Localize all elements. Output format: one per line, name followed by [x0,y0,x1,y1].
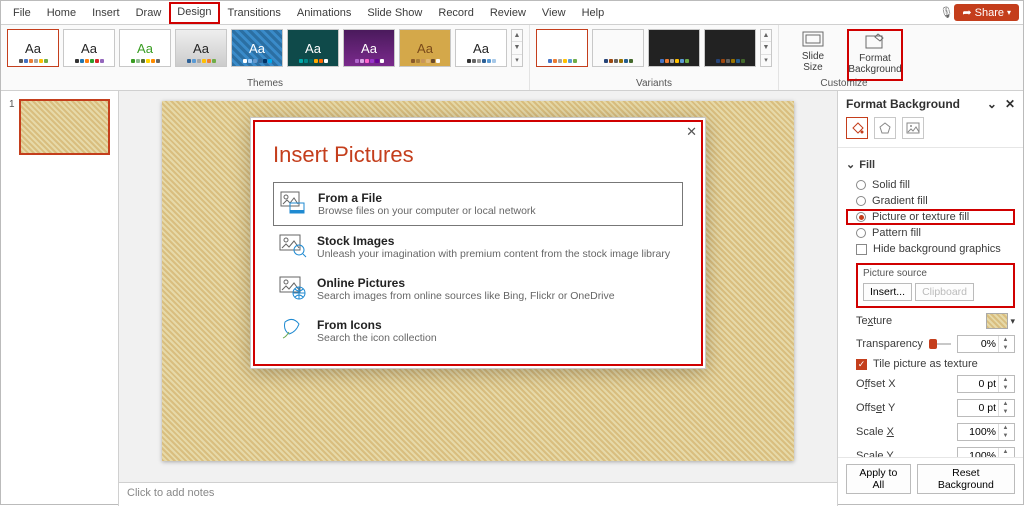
tab-insert[interactable]: Insert [84,3,128,23]
theme-3[interactable]: Aa [119,29,171,67]
online-pictures-icon [279,276,307,300]
option-online-pictures[interactable]: Online PicturesSearch images from online… [273,268,683,310]
tab-record[interactable]: Record [430,3,481,23]
ribbon-tabs: File Home Insert Draw Design Transitions… [1,1,1023,25]
row-texture: Texture ▾ [846,310,1015,332]
scale-x-input[interactable]: ▲▼ [957,423,1015,441]
variant-1[interactable] [536,29,588,67]
radio-picture-texture-fill[interactable]: Picture or texture fill [846,209,1015,225]
radio-solid-fill[interactable]: Solid fill [846,177,1015,193]
paint-bucket-icon [850,121,864,135]
slide-canvas[interactable]: ✕ Insert Pictures From a FileBrowse file… [162,101,794,461]
close-pane-icon[interactable]: ✕ [1005,97,1015,111]
stock-images-icon [279,234,307,258]
fb-fill-section[interactable]: ⌄Fill [846,158,1015,171]
dialog-title: Insert Pictures [273,142,683,168]
radio-pattern-fill[interactable]: Pattern fill [846,225,1015,241]
pentagon-icon [878,121,892,135]
format-background-pane: Format Background ⌄ ✕ ⌄Fill Solid fill G… [837,91,1023,506]
close-icon[interactable]: ✕ [686,124,697,140]
notes-placeholder[interactable]: Click to add notes [119,482,837,506]
themes-scroll[interactable]: ▲▼▾ [511,29,523,67]
check-hide-bg-graphics[interactable]: Hide background graphics [846,241,1015,257]
tab-transitions[interactable]: Transitions [220,3,289,23]
clipboard-button: Clipboard [915,283,974,301]
transparency-slider[interactable] [929,337,951,351]
texture-swatch[interactable] [986,313,1008,329]
work-area: 1 ✕ Insert Pictures From a FileBrowse fi… [1,91,1023,506]
tab-view[interactable]: View [534,3,574,23]
tab-file[interactable]: File [5,3,39,23]
fb-title: Format Background [846,97,960,111]
chevron-down-icon: ⌄ [846,158,855,171]
picture-source-label: Picture source [863,268,1008,279]
row-transparency: Transparency ▲▼ [846,332,1015,356]
picture-icon [906,121,920,135]
variant-4[interactable] [704,29,756,67]
variants-gallery: ▲▼▾ Variants [530,25,779,90]
theme-5[interactable]: Aa [231,29,283,67]
tab-home[interactable]: Home [39,3,84,23]
picture-source-group: Picture source Insert... Clipboard [856,263,1015,308]
format-bg-icon [864,31,886,51]
variant-3[interactable] [648,29,700,67]
share-icon: ➦ [962,6,971,19]
fb-tab-picture[interactable] [902,117,924,139]
tab-help[interactable]: Help [574,3,613,23]
tab-draw[interactable]: Draw [128,3,170,23]
themes-gallery: Aa Aa Aa Aa Aa Aa Aa Aa Aa ▲▼▾ Themes [1,25,530,90]
tab-animations[interactable]: Animations [289,3,359,23]
ribbon: Aa Aa Aa Aa Aa Aa Aa Aa Aa ▲▼▾ Themes ▲▼… [1,25,1023,91]
variants-label: Variants [530,78,778,89]
offset-x-input[interactable]: ▲▼ [957,375,1015,393]
thumb-number: 1 [9,99,15,155]
transparency-input[interactable]: ▲▼ [957,335,1015,353]
scale-y-input[interactable]: ▲▼ [957,447,1015,457]
radio-gradient-fill[interactable]: Gradient fill [846,193,1015,209]
slide-size-icon [802,31,824,49]
theme-2[interactable]: Aa [63,29,115,67]
variant-2[interactable] [592,29,644,67]
check-tile-as-texture[interactable]: ✓Tile picture as texture [846,356,1015,372]
theme-8[interactable]: Aa [399,29,451,67]
theme-1[interactable]: Aa [7,29,59,67]
tab-review[interactable]: Review [482,3,534,23]
fb-tab-fill[interactable] [846,117,868,139]
offset-y-input[interactable]: ▲▼ [957,399,1015,417]
chevron-down-icon[interactable]: ⌄ [987,97,997,111]
fb-tab-effects[interactable] [874,117,896,139]
canvas-area: ✕ Insert Pictures From a FileBrowse file… [119,91,837,506]
slide-size-button[interactable]: Slide Size [785,29,841,81]
slide-thumb-1[interactable] [19,99,110,155]
theme-4[interactable]: Aa [175,29,227,67]
from-icons-icon [279,318,307,342]
mic-icon[interactable]: 🎙 [938,5,954,21]
theme-9[interactable]: Aa [455,29,507,67]
theme-6[interactable]: Aa [287,29,339,67]
customize-group: Slide Size Format Background Customize [779,25,909,90]
themes-label: Themes [1,78,529,89]
customize-label: Customize [779,78,909,89]
theme-7[interactable]: Aa [343,29,395,67]
insert-button[interactable]: Insert... [863,283,912,301]
option-stock-images[interactable]: Stock ImagesUnleash your imagination wit… [273,226,683,268]
option-from-file[interactable]: From a FileBrowse files on your computer… [273,182,683,226]
option-from-icons[interactable]: From IconsSearch the icon collection [273,310,683,352]
reset-background-button[interactable]: Reset Background [917,464,1015,494]
share-button[interactable]: ➦Share▾ [954,4,1019,21]
apply-to-all-button[interactable]: Apply to All [846,464,911,494]
chevron-down-icon[interactable]: ▾ [1010,316,1015,327]
variants-scroll[interactable]: ▲▼▾ [760,29,772,67]
slide-thumbnails: 1 [1,91,119,506]
format-background-button[interactable]: Format Background [847,29,903,81]
insert-pictures-dialog: ✕ Insert Pictures From a FileBrowse file… [250,117,706,369]
tab-slideshow[interactable]: Slide Show [359,3,430,23]
tab-design[interactable]: Design [169,2,219,24]
from-file-icon [280,191,308,215]
